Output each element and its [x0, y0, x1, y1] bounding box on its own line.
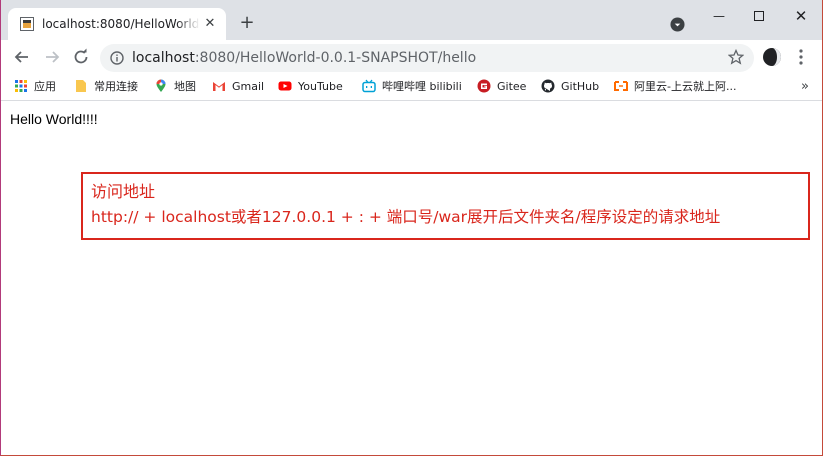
apps-grid-icon [15, 80, 27, 92]
maps-pin-icon [156, 79, 166, 92]
bookmark-star-icon[interactable] [728, 49, 744, 65]
bookmark-label: 哔哩哔哩 bilibili [382, 80, 462, 93]
bookmark-label: Gitee [497, 80, 527, 93]
tab-title: localhost:8080/HelloWorld-0.0.1-SNAPSHOT… [42, 17, 200, 31]
url-path: :8080/HelloWorld-0.0.1-SNAPSHOT/hello [194, 50, 477, 66]
browser-tab[interactable]: localhost:8080/HelloWorld-0.0.1-SNAPSHOT… [8, 8, 226, 40]
bookmark-label: 地图 [174, 80, 196, 93]
bookmark-label: GitHub [561, 80, 600, 93]
gmail-icon [213, 82, 225, 91]
bookmarks-bar: 应用 常用连接 地图 Gmail YouTube 哔哩哔哩 bilibili G… [0, 74, 823, 101]
bookmark-label: 阿里云-上云就上阿... [634, 80, 737, 93]
bookmark-label: Gmail [232, 80, 265, 93]
maximize-button[interactable] [747, 6, 771, 26]
bookmark-folder-common-links[interactable]: 常用连接 [74, 78, 138, 96]
maximize-icon [754, 11, 764, 21]
tab-close-icon[interactable]: ✕ [202, 16, 218, 32]
tab-strip: localhost:8080/HelloWorld-0.0.1-SNAPSHOT… [0, 0, 823, 40]
new-tab-button[interactable]: + [238, 14, 256, 32]
minimize-button[interactable]: — [707, 6, 731, 26]
annotation-box: 访问地址 http:// + localhost或者127.0.0.1 + : … [81, 172, 810, 240]
bookmark-bilibili[interactable]: 哔哩哔哩 bilibili [362, 78, 462, 96]
tab-search-icon[interactable] [670, 17, 685, 32]
bookmark-label: YouTube [298, 80, 343, 93]
window-close-button[interactable]: ✕ [789, 6, 813, 26]
bookmarks-overflow-chevron-icon[interactable]: » [801, 78, 809, 96]
profile-avatar-icon[interactable] [762, 47, 782, 67]
page-favicon-icon [20, 17, 34, 31]
annotation-text: http:// + localhost或者127.0.0.1 + : + 端口号… [91, 208, 721, 226]
url-text[interactable]: localhost:8080/HelloWorld-0.0.1-SNAPSHOT… [132, 50, 476, 66]
bookmark-label: 应用 [34, 80, 56, 93]
gitee-icon [477, 79, 491, 93]
back-arrow-icon[interactable] [12, 47, 32, 67]
folder-icon [76, 80, 86, 92]
bookmark-label: 常用连接 [94, 80, 138, 93]
bookmark-youtube[interactable]: YouTube [278, 78, 343, 96]
bookmark-github[interactable]: GitHub [541, 78, 599, 96]
bookmark-apps[interactable]: 应用 [14, 78, 56, 96]
youtube-icon [278, 81, 292, 91]
address-bar[interactable]: localhost:8080/HelloWorld-0.0.1-SNAPSHOT… [100, 44, 754, 72]
aliyun-icon [614, 81, 628, 91]
url-host: localhost [132, 50, 195, 66]
github-icon [541, 79, 555, 93]
more-menu-icon[interactable] [793, 48, 809, 66]
annotation-title: 访问地址 [91, 182, 156, 201]
bookmark-aliyun[interactable]: 阿里云-上云就上阿... [614, 78, 736, 96]
page-content: Hello World!!!! 访问地址 http:// + localhost… [0, 101, 823, 456]
site-info-icon[interactable] [110, 51, 124, 65]
bookmark-gitee[interactable]: Gitee [477, 78, 526, 96]
forward-arrow-icon[interactable] [42, 47, 62, 67]
navigation-toolbar: localhost:8080/HelloWorld-0.0.1-SNAPSHOT… [0, 40, 823, 74]
hello-world-text: Hello World!!!! [10, 111, 98, 127]
reload-icon[interactable] [71, 47, 91, 67]
bilibili-icon [362, 79, 376, 93]
bookmark-maps[interactable]: 地图 [154, 78, 196, 96]
bookmark-gmail[interactable]: Gmail [212, 78, 264, 96]
